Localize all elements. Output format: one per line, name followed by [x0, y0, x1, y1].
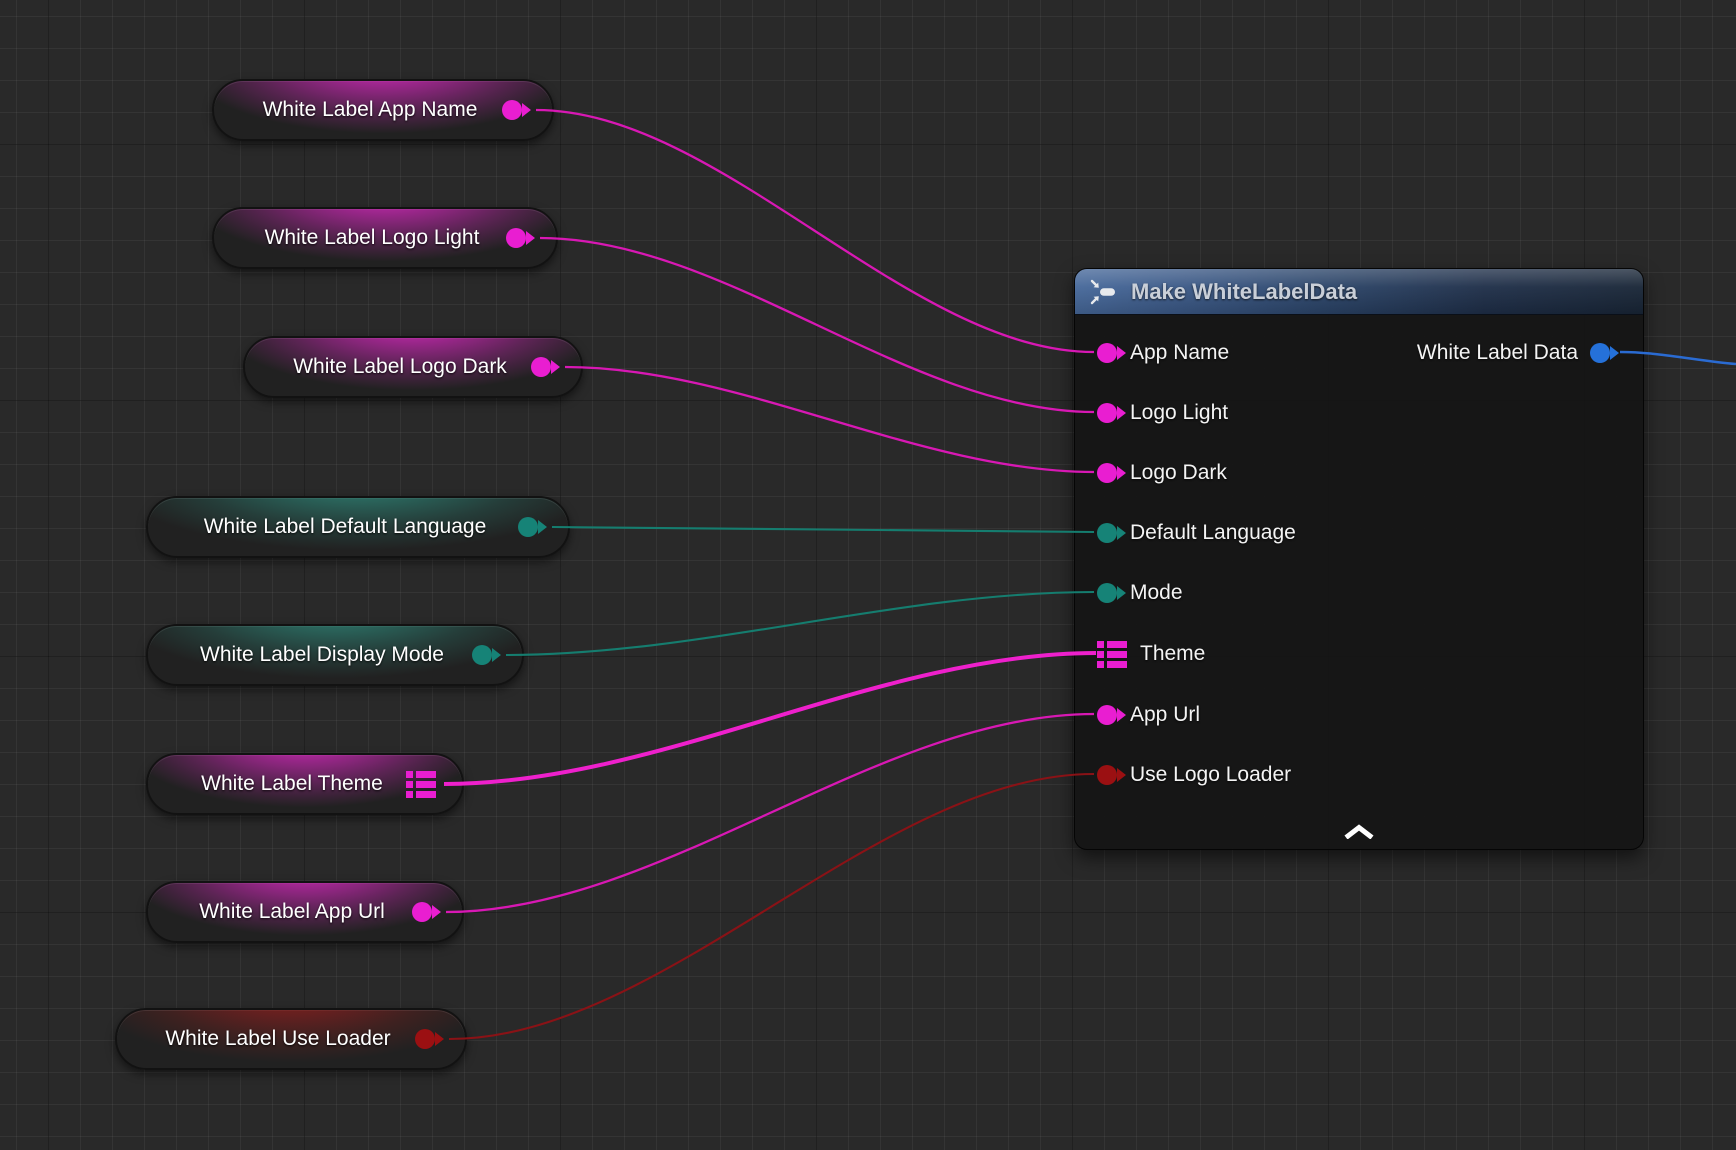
- input-row-app-url: App Url: [1075, 698, 1200, 732]
- getter-node-white-label-theme[interactable]: White Label Theme: [146, 753, 464, 815]
- getter-label: White Label Theme: [201, 772, 383, 796]
- wire-app-name[interactable]: [536, 110, 1094, 352]
- getter-node-white-label-display-mode[interactable]: White Label Display Mode: [146, 624, 524, 686]
- pin-label: Theme: [1140, 642, 1205, 666]
- wire-display-mode[interactable]: [506, 592, 1094, 655]
- make-struct-icon: [1090, 278, 1118, 306]
- enum-input-pin[interactable]: [1097, 583, 1117, 603]
- make-whitelabeldata-node[interactable]: Make WhiteLabelData App Name Logo Light …: [1074, 268, 1644, 850]
- getter-label: White Label App Url: [199, 900, 385, 924]
- node-title: Make WhiteLabelData: [1131, 279, 1357, 305]
- string-input-pin[interactable]: [1097, 463, 1117, 483]
- struct-output-pin[interactable]: [1590, 343, 1610, 363]
- node-header[interactable]: Make WhiteLabelData: [1075, 269, 1643, 315]
- string-input-pin[interactable]: [1097, 343, 1117, 363]
- getter-label: White Label App Name: [263, 98, 478, 122]
- pin-label: App Url: [1130, 703, 1200, 727]
- pin-label: White Label Data: [1417, 341, 1578, 365]
- input-row-use-logo-loader: Use Logo Loader: [1075, 758, 1291, 792]
- string-input-pin[interactable]: [1097, 705, 1117, 725]
- pin-label: Default Language: [1130, 521, 1296, 545]
- pin-label: Use Logo Loader: [1130, 763, 1291, 787]
- output-row-white-label-data: White Label Data: [1417, 336, 1643, 370]
- input-row-logo-dark: Logo Dark: [1075, 456, 1227, 490]
- enum-output-pin[interactable]: [472, 645, 492, 665]
- input-row-theme: Theme: [1075, 637, 1205, 671]
- getter-label: White Label Logo Dark: [293, 355, 507, 379]
- getter-node-white-label-logo-dark[interactable]: White Label Logo Dark: [243, 336, 583, 398]
- enum-output-pin[interactable]: [518, 517, 538, 537]
- getter-label: White Label Use Loader: [165, 1027, 390, 1051]
- string-input-pin[interactable]: [1097, 403, 1117, 423]
- collapse-node-button[interactable]: [1344, 824, 1374, 839]
- getter-node-white-label-app-url[interactable]: White Label App Url: [146, 881, 464, 943]
- bool-input-pin[interactable]: [1097, 765, 1117, 785]
- string-output-pin[interactable]: [412, 902, 432, 922]
- getter-node-white-label-use-loader[interactable]: White Label Use Loader: [115, 1008, 467, 1070]
- pin-label: App Name: [1130, 341, 1229, 365]
- getter-node-white-label-default-language[interactable]: White Label Default Language: [146, 496, 570, 558]
- wire-use-loader[interactable]: [449, 774, 1094, 1039]
- bool-output-pin[interactable]: [415, 1029, 435, 1049]
- blueprint-graph-canvas[interactable]: White Label App Name White Label Logo Li…: [0, 0, 1736, 1150]
- getter-label: White Label Default Language: [204, 515, 487, 539]
- wire-logo-light[interactable]: [540, 238, 1094, 412]
- wire-theme[interactable]: [444, 653, 1096, 784]
- struct-pin-icon[interactable]: [1097, 639, 1127, 669]
- pin-label: Logo Dark: [1130, 461, 1227, 485]
- string-output-pin[interactable]: [506, 228, 526, 248]
- wire-logo-dark[interactable]: [565, 367, 1094, 472]
- wire-app-url[interactable]: [446, 714, 1094, 912]
- getter-node-white-label-logo-light[interactable]: White Label Logo Light: [212, 207, 558, 269]
- pin-label: Mode: [1130, 581, 1183, 605]
- getter-label: White Label Display Mode: [200, 643, 444, 667]
- enum-input-pin[interactable]: [1097, 523, 1117, 543]
- getter-node-white-label-app-name[interactable]: White Label App Name: [212, 79, 554, 141]
- struct-pin-icon[interactable]: [406, 769, 436, 799]
- input-row-logo-light: Logo Light: [1075, 396, 1228, 430]
- string-output-pin[interactable]: [502, 100, 522, 120]
- input-row-mode: Mode: [1075, 576, 1183, 610]
- string-output-pin[interactable]: [531, 357, 551, 377]
- input-row-app-name: App Name: [1075, 336, 1229, 370]
- pin-label: Logo Light: [1130, 401, 1228, 425]
- getter-label: White Label Logo Light: [265, 226, 480, 250]
- chevron-up-icon: [1344, 824, 1374, 839]
- wire-default-language[interactable]: [552, 527, 1094, 532]
- input-row-default-language: Default Language: [1075, 516, 1296, 550]
